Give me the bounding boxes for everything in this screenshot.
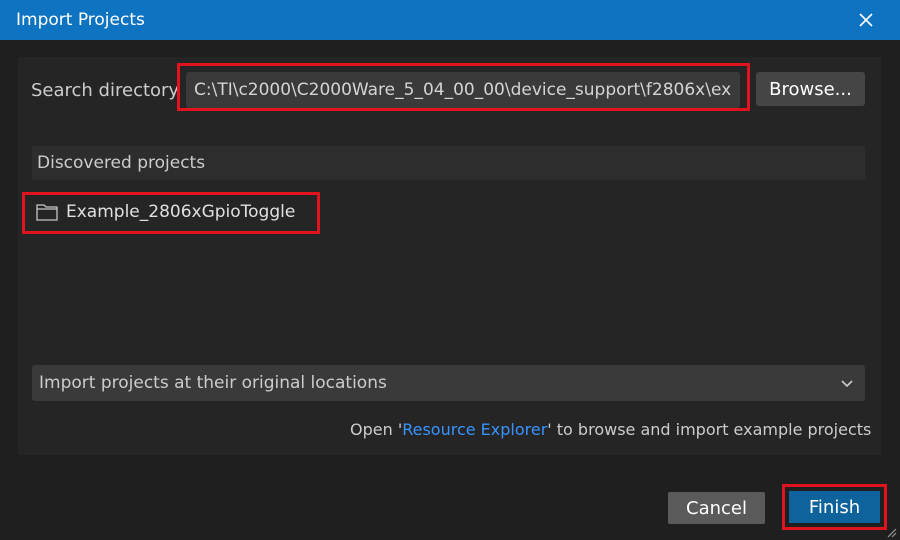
resize-grip-icon[interactable]: [885, 526, 897, 538]
resource-explorer-link[interactable]: Resource Explorer: [402, 420, 547, 439]
search-directory-label: Search directory: [31, 80, 180, 101]
cancel-button[interactable]: Cancel: [668, 492, 765, 524]
close-icon: [859, 13, 873, 27]
search-directory-input[interactable]: [186, 72, 740, 108]
resource-note-suffix: ' to browse and import example projects: [547, 420, 872, 439]
import-location-value: Import projects at their original locati…: [39, 373, 387, 393]
project-name: Example_2806xGpioToggle: [66, 202, 296, 222]
title-bar: Import Projects: [0, 0, 900, 40]
folder-icon: [36, 204, 58, 221]
resource-explorer-note: Open 'Resource Explorer' to browse and i…: [350, 420, 871, 439]
resource-note-prefix: Open ': [350, 420, 403, 439]
chevron-down-icon: [841, 380, 853, 388]
project-list-item[interactable]: Example_2806xGpioToggle: [36, 199, 295, 225]
browse-button[interactable]: Browse...: [756, 72, 865, 106]
finish-button[interactable]: Finish: [789, 491, 880, 523]
close-button[interactable]: [850, 6, 882, 34]
discovered-projects-header: Discovered projects: [32, 146, 865, 180]
dialog-title: Import Projects: [16, 10, 145, 30]
import-location-select[interactable]: Import projects at their original locati…: [32, 365, 865, 401]
